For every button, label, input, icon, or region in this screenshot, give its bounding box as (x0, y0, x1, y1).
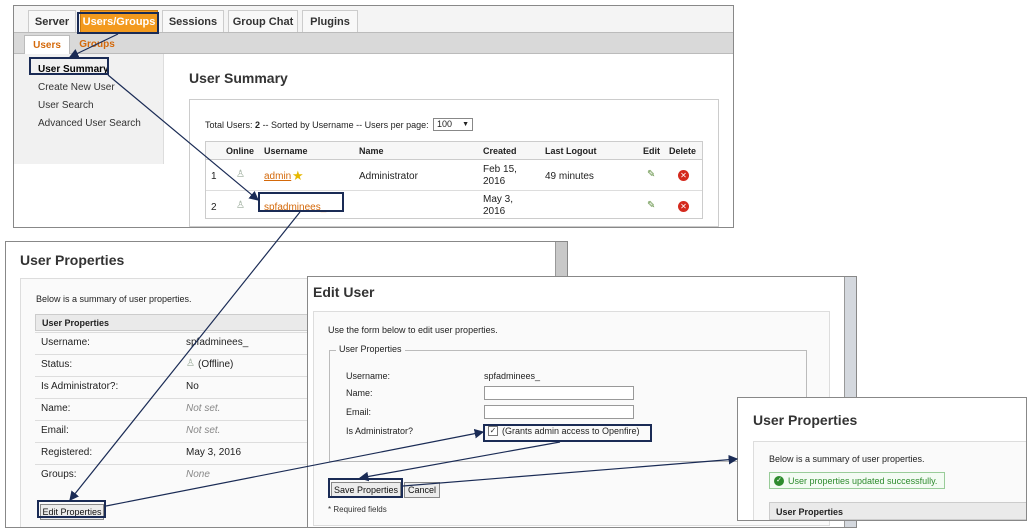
arrow-summary-to-user (107, 74, 259, 201)
arrow-user-to-edit (69, 211, 301, 501)
arrow-tab-to-summary (68, 33, 119, 58)
arrow-edit-to-checkbox (105, 428, 485, 507)
arrow-save-to-success (402, 454, 739, 487)
connector-arrows (68, 33, 739, 507)
arrow-checkbox-to-save (358, 441, 561, 482)
